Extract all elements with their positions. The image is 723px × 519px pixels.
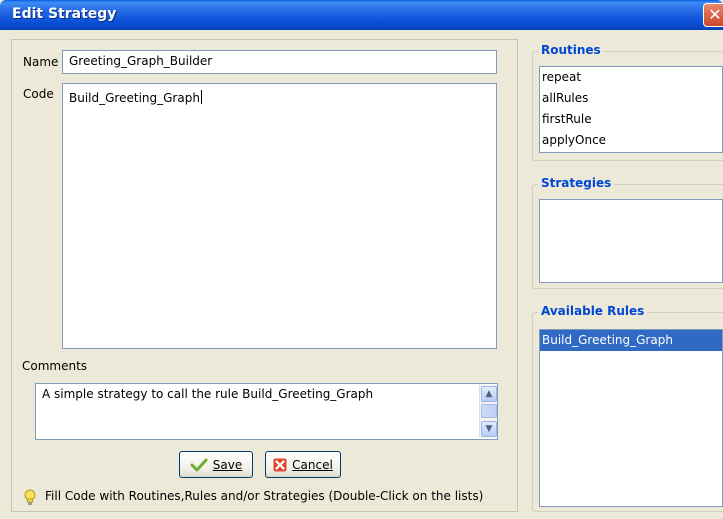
name-input[interactable]: Greeting_Graph_Builder xyxy=(62,50,497,74)
cancel-button[interactable]: Cancel xyxy=(265,451,341,478)
arrow-up-icon: ▲ xyxy=(485,389,493,399)
close-icon: ✕ xyxy=(708,5,722,24)
close-button[interactable]: ✕ xyxy=(703,3,723,27)
lightbulb-icon xyxy=(24,489,36,505)
routines-list[interactable]: repeat allRules firstRule applyOnce xyxy=(539,66,723,153)
scroll-down-button[interactable]: ▼ xyxy=(481,421,497,437)
text-caret xyxy=(200,90,202,104)
name-label: Name xyxy=(23,55,59,69)
save-button[interactable]: Save xyxy=(179,451,253,478)
cancel-button-label: Cancel xyxy=(292,457,333,472)
comments-scrollbar[interactable]: ▲ ▼ xyxy=(479,385,497,438)
comments-value: A simple strategy to call the rule Build… xyxy=(42,387,374,401)
routine-item-firstrule[interactable]: firstRule xyxy=(540,109,722,130)
arrow-down-icon: ▼ xyxy=(485,424,493,434)
scroll-up-button[interactable]: ▲ xyxy=(481,386,497,402)
cancel-icon xyxy=(273,458,287,471)
window-title: Edit Strategy xyxy=(12,6,117,22)
available-rules-list[interactable]: Build_Greeting_Graph xyxy=(539,329,723,507)
available-rules-title: Available Rules xyxy=(538,304,648,318)
scroll-thumb[interactable] xyxy=(481,404,497,418)
title-bar: Edit Strategy ✕ xyxy=(0,0,723,30)
routines-title: Routines xyxy=(538,43,604,57)
code-label: Code xyxy=(23,87,54,101)
strategies-title: Strategies xyxy=(538,176,615,190)
routine-item-applyonce[interactable]: applyOnce xyxy=(540,130,722,151)
save-button-label: Save xyxy=(212,457,243,472)
comments-label: Comments xyxy=(22,359,88,373)
name-input-value: Greeting_Graph_Builder xyxy=(69,54,213,68)
checkmark-icon xyxy=(190,458,208,471)
code-editor[interactable]: Build_Greeting_Graph xyxy=(62,83,497,349)
rule-item-build-greeting-graph[interactable]: Build_Greeting_Graph xyxy=(540,330,722,351)
routine-item-repeat[interactable]: repeat xyxy=(540,67,722,88)
comments-textarea[interactable]: A simple strategy to call the rule Build… xyxy=(35,383,498,440)
code-editor-value: Build_Greeting_Graph xyxy=(69,91,200,105)
routine-item-allrules[interactable]: allRules xyxy=(540,88,722,109)
strategies-list[interactable] xyxy=(539,199,723,283)
hint-text: Fill Code with Routines,Rules and/or Str… xyxy=(45,489,484,503)
